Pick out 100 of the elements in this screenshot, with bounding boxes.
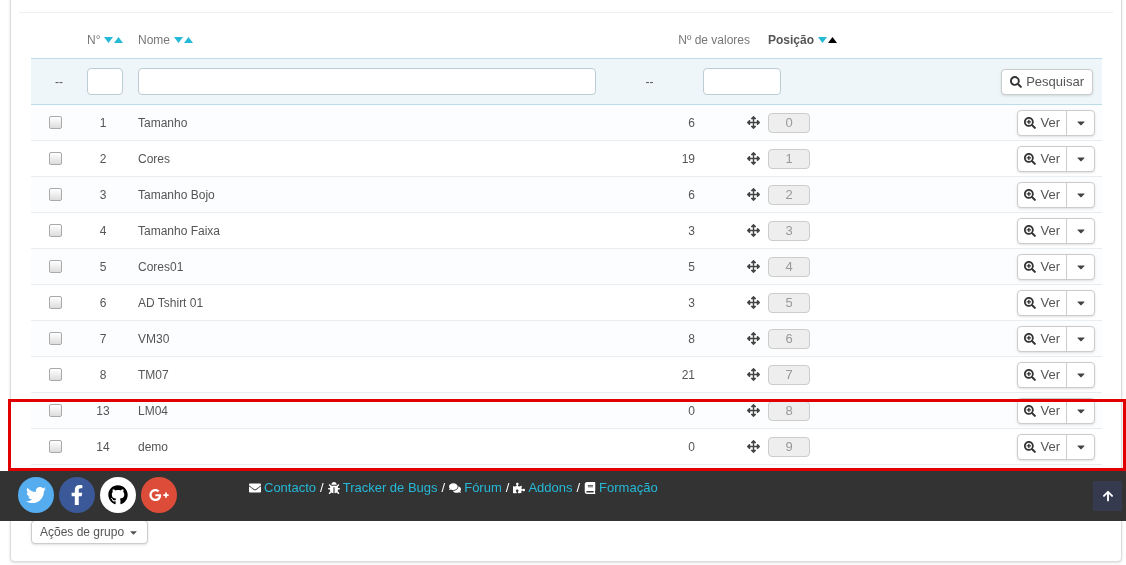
zoom-in-icon [1024, 152, 1037, 165]
table-cell-text: 7 [98, 330, 108, 348]
zoom-in-icon [1024, 116, 1037, 129]
sort-down-icon[interactable] [174, 37, 183, 43]
row-checkbox[interactable] [48, 224, 62, 237]
zoom-in-icon [1024, 404, 1037, 417]
column-header: Nome [138, 32, 170, 49]
no-filter-dash: -- [644, 73, 655, 91]
move-handle-icon[interactable] [747, 152, 760, 165]
move-handle-icon[interactable] [747, 116, 760, 129]
position-field: 4 [768, 256, 810, 277]
row-checkbox[interactable] [48, 332, 62, 345]
table-cell-text: 3 [687, 222, 696, 240]
row-checkbox[interactable] [48, 404, 62, 417]
table-cell-text: 5 [687, 258, 696, 276]
zoom-in-icon [1024, 332, 1037, 345]
table-cell-text: Cores [138, 150, 171, 168]
row-checkbox[interactable] [48, 296, 62, 309]
zoom-in-icon [1024, 440, 1037, 453]
table-cell-text: 4 [98, 222, 108, 240]
move-handle-icon[interactable] [747, 332, 760, 345]
row-checkbox[interactable] [48, 260, 62, 273]
move-handle-icon[interactable] [747, 260, 760, 273]
position-field: 3 [768, 220, 810, 241]
table-cell-text: 0 [687, 438, 696, 456]
table-cell-text: Tamanho Bojo [138, 186, 216, 204]
zoom-in-icon [1024, 368, 1037, 381]
row-checkbox[interactable] [48, 368, 62, 381]
table-cell-text: demo [138, 438, 170, 456]
zoom-in-icon [1024, 188, 1037, 201]
no-filter-dash: -- [54, 73, 64, 91]
puzzle-piece-icon [513, 481, 526, 494]
position-field: 5 [768, 292, 810, 313]
column-header: Posição [768, 32, 815, 49]
bulk-actions-button[interactable]: Ações de grupo [31, 520, 149, 544]
table-cell-text: 8 [687, 330, 696, 348]
table-cell-text: 1 [98, 114, 108, 132]
search-button[interactable]: Pesquisar [1001, 68, 1093, 95]
footer-link[interactable]: Addons [528, 478, 573, 498]
move-handle-icon[interactable] [747, 188, 760, 201]
social-link[interactable] [18, 477, 54, 513]
table-cell-text: Cores01 [138, 258, 185, 276]
table-cell-text: VM30 [138, 330, 171, 348]
column-header: Nº de valores [678, 32, 750, 49]
move-handle-icon[interactable] [747, 440, 760, 453]
table-cell-text: 13 [95, 402, 111, 420]
table-cell-text: 2 [98, 150, 108, 168]
bug-icon [327, 481, 340, 494]
name-filter-field[interactable] [138, 68, 596, 95]
table-cell-text: TM07 [138, 366, 170, 384]
scroll-top-button[interactable] [1093, 481, 1122, 511]
table-cell-text: 3 [98, 186, 108, 204]
table-cell-text: 6 [687, 114, 696, 132]
row-checkbox[interactable] [48, 188, 62, 201]
table-cell-text: AD Tshirt 01 [138, 294, 205, 312]
footer-link[interactable]: Tracker de Bugs [342, 478, 438, 498]
separator: / [320, 479, 324, 497]
row-checkbox[interactable] [48, 152, 62, 165]
table-cell-text: 6 [687, 186, 696, 204]
row-checkbox[interactable] [48, 116, 62, 129]
bird-icon [26, 485, 46, 505]
table-cell-text: 6 [98, 294, 108, 312]
position-filter-field[interactable] [703, 68, 781, 95]
social-link[interactable] [59, 477, 95, 513]
move-handle-icon[interactable] [747, 368, 760, 381]
move-handle-icon[interactable] [747, 296, 760, 309]
footer-link[interactable]: Formação [599, 478, 658, 498]
social-link[interactable] [100, 477, 136, 513]
table-cell-text: 21 [680, 366, 696, 384]
position-field: 0 [768, 112, 810, 133]
table-cell-text: 14 [95, 438, 111, 456]
row-checkbox[interactable] [48, 440, 62, 453]
table-cell-text: Tamanho Faixa [138, 222, 222, 240]
position-field: 1 [768, 148, 810, 169]
footer-link[interactable]: Contacto [264, 478, 317, 498]
id-filter-field[interactable] [87, 68, 123, 95]
zoom-in-icon [1024, 260, 1037, 273]
zoom-in-icon [1024, 224, 1037, 237]
table-cell-text: 19 [680, 150, 696, 168]
cat-icon [108, 485, 128, 505]
move-handle-icon[interactable] [747, 224, 760, 237]
position-field: 2 [768, 184, 810, 205]
position-field: 9 [768, 436, 810, 457]
zoom-in-icon [1024, 296, 1037, 309]
table-cell-text: Tamanho [138, 114, 189, 132]
table-cell-text: 5 [98, 258, 108, 276]
position-field: 7 [768, 364, 810, 385]
footer-link[interactable]: Fórum [464, 478, 502, 498]
social-link[interactable] [141, 477, 177, 513]
move-handle-icon[interactable] [747, 404, 760, 417]
position-field: 6 [768, 328, 810, 349]
separator: / [576, 479, 581, 497]
separator: / [505, 479, 510, 497]
speech-bubbles-icon [449, 481, 462, 494]
book-icon [584, 481, 597, 494]
sort-up-icon[interactable] [828, 37, 838, 43]
sort-down-icon[interactable] [104, 37, 114, 43]
table-cell-text: 8 [98, 366, 108, 384]
table-cell-text: 0 [687, 402, 696, 420]
search-icon [1010, 75, 1023, 88]
